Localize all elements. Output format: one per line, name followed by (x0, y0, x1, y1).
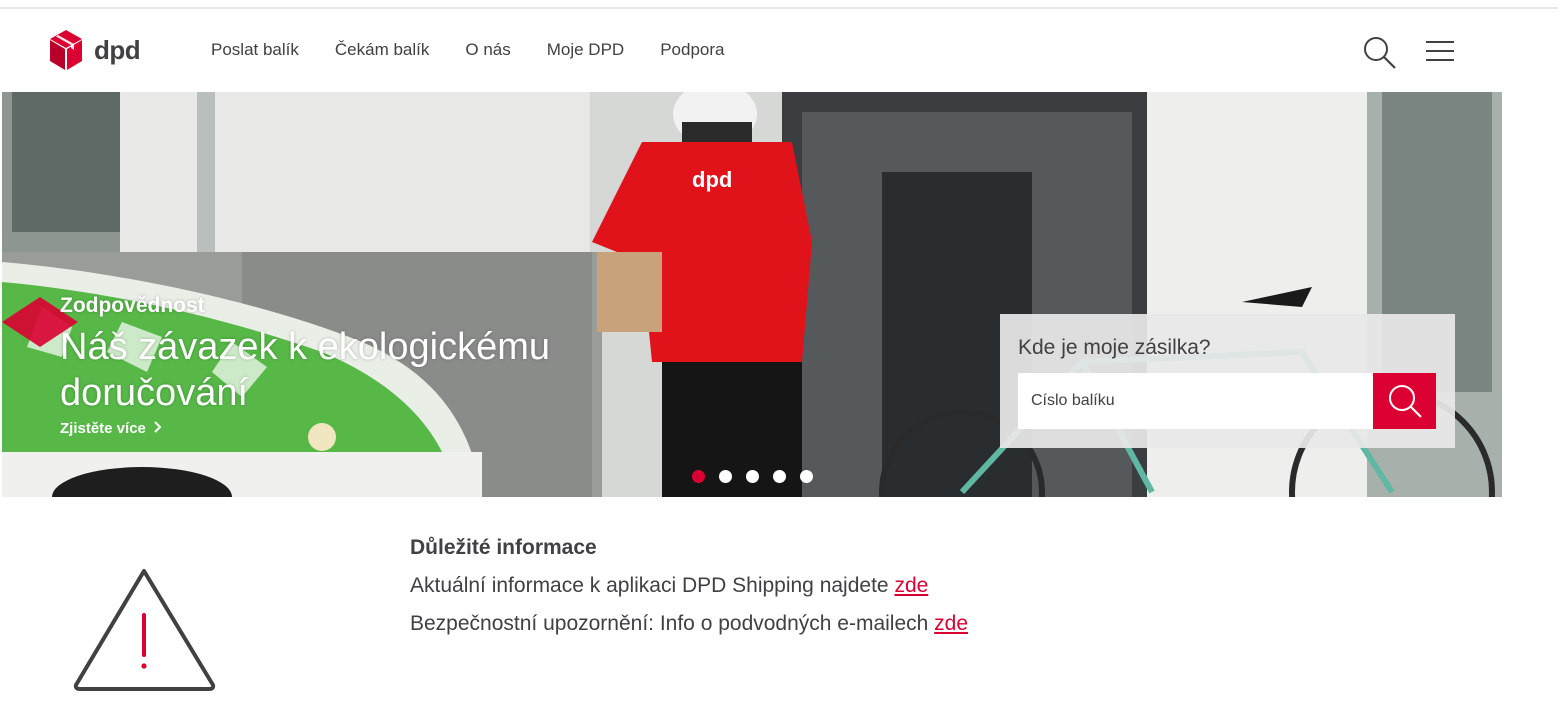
main-nav: Poslat balík Čekám balík O nás Moje DPD … (211, 40, 760, 60)
hero-text-block: Zodpovědnost Náš závazek k ekologickému … (60, 294, 620, 438)
info-line-security: Bezpečnostní upozornění: Info o podvodný… (410, 612, 968, 636)
menu-button[interactable] (1424, 39, 1456, 65)
chevron-right-icon (154, 421, 162, 433)
nav-item-poslat-balik[interactable]: Poslat balík (211, 40, 299, 60)
carousel-dots (692, 470, 827, 483)
site-header: dpd Poslat balík Čekám balík O nás Moje … (0, 9, 1558, 91)
carousel-dot-5[interactable] (800, 470, 813, 483)
hero-carousel: dpd Zodpovědnost Náš závazek k ekologick… (2, 92, 1502, 497)
info-line-1-text: Aktuální informace k aplikaci DPD Shippi… (410, 574, 895, 597)
parcel-number-input[interactable] (1018, 373, 1373, 429)
carousel-dot-2[interactable] (719, 470, 732, 483)
warning-triangle-icon (72, 567, 217, 697)
nav-item-cekam-balik[interactable]: Čekám balík (335, 40, 429, 60)
header-search-button[interactable] (1362, 35, 1398, 71)
nav-item-moje-dpd[interactable]: Moje DPD (547, 40, 624, 60)
hero-kicker: Zodpovědnost (60, 294, 205, 317)
tracking-widget: Kde je moje zásilka? (1000, 314, 1455, 448)
hamburger-menu-icon (1426, 41, 1454, 61)
carousel-dot-4[interactable] (773, 470, 786, 483)
important-info: Důležité informace Aktuální informace k … (410, 536, 968, 636)
info-link-security[interactable]: zde (934, 612, 968, 635)
hero-learn-more-link[interactable]: Zjistěte více (60, 420, 162, 437)
dpd-logo[interactable]: dpd (48, 29, 148, 71)
info-line-shipping-app: Aktuální informace k aplikaci DPD Shippi… (410, 574, 968, 598)
carousel-dot-3[interactable] (746, 470, 759, 483)
carousel-dot-1[interactable] (692, 470, 705, 483)
tracking-title: Kde je moje zásilka? (1018, 336, 1211, 359)
hero-title: Náš závazek k ekologickému doručování (60, 326, 550, 414)
logo-wordmark: dpd (94, 34, 141, 65)
dpd-cube-icon (50, 30, 82, 70)
search-icon (1364, 37, 1396, 69)
tracking-search-button[interactable] (1373, 373, 1436, 429)
nav-item-o-nas[interactable]: O nás (465, 40, 510, 60)
info-link-shipping-app[interactable]: zde (894, 574, 928, 597)
info-title: Důležité informace (410, 536, 597, 559)
nav-item-podpora[interactable]: Podpora (660, 40, 724, 60)
info-line-2-text: Bezpečnostní upozornění: Info o podvodný… (410, 612, 935, 635)
svg-text:dpd: dpd (692, 167, 732, 192)
search-icon (1389, 385, 1422, 418)
hero-link-label: Zjistěte více (60, 420, 146, 437)
